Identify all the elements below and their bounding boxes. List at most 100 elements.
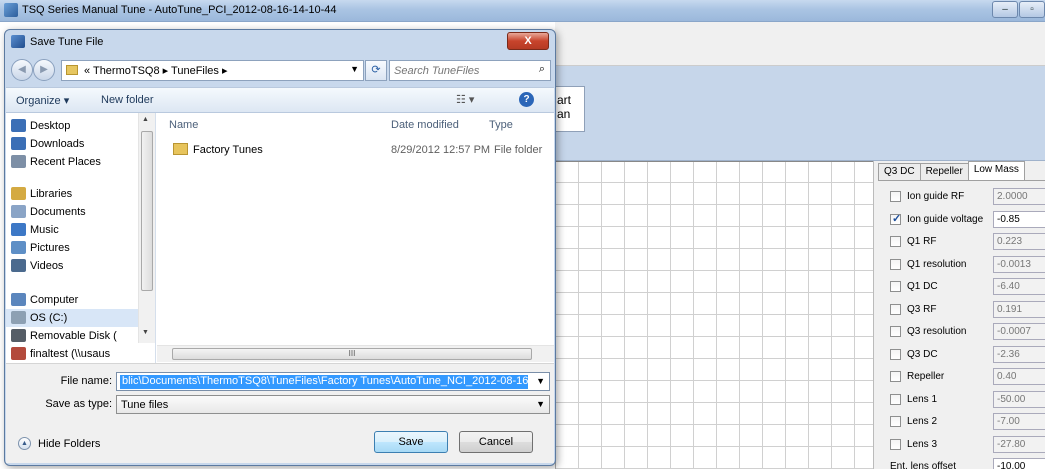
param-checkbox[interactable] <box>890 303 901 315</box>
save-button[interactable]: Save <box>374 431 448 453</box>
dialog-content: finaltest (\\usaus Removable Disk (OS (C:… <box>6 113 554 363</box>
param-value-field[interactable]: -27.80 <box>993 435 1045 453</box>
forward-button[interactable]: ▶ <box>33 59 55 81</box>
start-scan-label-1: art <box>557 93 572 107</box>
address-bar[interactable]: « ThermoTSQ8 ▸ TuneFiles ▸ ▼ <box>61 60 364 81</box>
main-toolbar <box>555 66 1045 161</box>
nav-item[interactable]: Desktop <box>6 117 146 135</box>
removable-disk-icon <box>11 329 26 342</box>
main-title-bar: TSQ Series Manual Tune - AutoTune_PCI_20… <box>0 0 1045 22</box>
nav-item-label: Libraries <box>30 188 73 200</box>
start-scan-button[interactable]: art an <box>555 86 585 132</box>
param-value-field[interactable]: -2.36 <box>993 345 1045 363</box>
param-value-field[interactable]: 2.0000 <box>993 188 1045 205</box>
param-value-field[interactable]: -50.00 <box>993 390 1045 408</box>
param-checkbox[interactable] <box>890 191 901 202</box>
param-checkbox[interactable] <box>890 348 901 360</box>
hide-folders-label: Hide Folders <box>38 438 101 450</box>
search-icon[interactable]: ⌕ <box>539 63 545 76</box>
tune-param-row: Repeller 0.40 <box>890 367 1045 387</box>
back-button[interactable]: ◀ <box>11 59 33 81</box>
param-checkbox[interactable] <box>890 236 901 247</box>
column-header-type[interactable]: Type <box>489 113 513 137</box>
dialog-title: Save Tune File <box>30 36 104 48</box>
dialog-close-button[interactable]: X <box>507 32 549 50</box>
save-form: File name: blic\Documents\ThermoTSQ8\Tun… <box>6 363 554 463</box>
param-label: Lens 3 <box>907 438 938 450</box>
nav-item[interactable]: Removable Disk ( <box>6 327 146 345</box>
nav-item[interactable]: Documents <box>6 203 146 221</box>
search-input[interactable] <box>394 63 524 78</box>
nav-scroll-thumb[interactable] <box>141 131 153 291</box>
nav-item-label: Computer <box>30 294 79 306</box>
param-value-field[interactable]: 0.40 <box>993 368 1045 385</box>
param-value-field[interactable]: -0.85 <box>993 210 1045 228</box>
chevron-down-icon[interactable]: ▼ <box>350 64 359 74</box>
new-folder-button[interactable]: New folder <box>101 94 154 106</box>
chevron-down-icon[interactable]: ▼ <box>536 399 545 409</box>
param-checkbox[interactable] <box>890 438 901 450</box>
chevron-down-icon[interactable]: ▼ <box>536 376 545 386</box>
tab-q3-dc[interactable]: Q3 DC <box>878 163 921 180</box>
column-header-date-modified[interactable]: Date modified <box>391 113 459 137</box>
restore-button[interactable]: ▫ <box>1019 1 1045 18</box>
nav-item-label: Recent Places <box>30 156 101 168</box>
tune-param-row: Lens 1 -50.00 <box>890 390 1045 410</box>
help-icon[interactable]: ? <box>519 92 534 107</box>
pictures-icon <box>11 241 26 254</box>
save-as-type-select[interactable]: Tune files ▼ <box>116 395 550 414</box>
hscroll-thumb[interactable]: III <box>172 348 532 360</box>
column-header-name[interactable]: Name <box>169 113 198 137</box>
cancel-button[interactable]: Cancel <box>459 431 533 453</box>
nav-item[interactable]: Pictures <box>6 239 146 257</box>
param-label: Ion guide RF <box>907 191 965 202</box>
param-checkbox[interactable] <box>890 258 901 270</box>
nav-item[interactable]: Videos <box>6 257 146 275</box>
scroll-up-icon[interactable]: ▲ <box>142 116 149 123</box>
param-value-field[interactable]: 0.191 <box>993 300 1045 318</box>
scroll-down-icon[interactable]: ▼ <box>142 329 149 336</box>
nav-item[interactable]: Computer <box>6 291 146 309</box>
file-row[interactable]: Factory Tunes 8/29/2012 12:57 PM File fo… <box>165 141 550 159</box>
nav-item[interactable]: Downloads <box>6 135 146 153</box>
nav-item[interactable]: finaltest (\\usaus <box>6 345 146 363</box>
nav-item-label: Desktop <box>30 120 71 132</box>
param-checkbox[interactable] <box>890 326 901 337</box>
address-row: ◀ ▶ « ThermoTSQ8 ▸ TuneFiles ▸ ▼ ⟳ ⌕ <box>11 58 551 82</box>
nav-item[interactable]: Music <box>6 221 146 239</box>
nav-item[interactable]: Libraries <box>6 185 146 203</box>
tab-low-mass[interactable]: Low Mass <box>967 161 1025 180</box>
save-tune-file-dialog: Save Tune File X ◀ ▶ « ThermoTSQ8 ▸ Tune… <box>4 29 556 466</box>
tune-param-row: Q3 DC -2.36 <box>890 345 1045 365</box>
file-name: Factory Tunes <box>193 144 263 156</box>
param-value-field[interactable]: -7.00 <box>993 413 1045 430</box>
tune-param-row: Lens 2 -7.00 <box>890 412 1045 432</box>
param-checkbox[interactable] <box>890 416 901 427</box>
file-name-label: File name: <box>60 375 112 387</box>
nav-item[interactable]: OS (C:) <box>6 309 146 327</box>
tune-tabs: Q3 DC Repeller Low Mass <box>878 161 1025 180</box>
param-checkbox[interactable] <box>890 393 901 405</box>
param-checkbox[interactable] <box>890 281 901 292</box>
horizontal-scrollbar[interactable]: III <box>157 345 554 362</box>
downloads-icon <box>11 137 26 150</box>
save-as-type-label: Save as type: <box>45 398 112 410</box>
views-button[interactable]: ☷ ▾ <box>456 93 474 106</box>
param-value-field[interactable]: -0.0013 <box>993 255 1045 273</box>
nav-item[interactable]: Recent Places <box>6 153 146 171</box>
refresh-button[interactable]: ⟳ <box>365 60 387 81</box>
param-checkbox[interactable] <box>890 212 901 225</box>
save-as-type-value: Tune files <box>121 399 169 411</box>
minimize-button[interactable]: – <box>992 1 1018 18</box>
search-box: ⌕ <box>389 60 551 81</box>
param-value-field[interactable]: 0.223 <box>993 233 1045 250</box>
organize-button[interactable]: Organize ▾ <box>16 94 69 107</box>
param-value-field[interactable]: -6.40 <box>993 278 1045 295</box>
tab-repeller[interactable]: Repeller <box>919 163 969 180</box>
nav-scrollbar[interactable]: ▲ ▼ <box>138 113 155 343</box>
param-value-field[interactable]: -10.00 <box>993 458 1045 469</box>
file-name-field[interactable]: blic\Documents\ThermoTSQ8\TuneFiles\Fact… <box>116 372 550 391</box>
save-dialog-icon <box>11 35 25 48</box>
param-value-field[interactable]: -0.0007 <box>993 323 1045 340</box>
param-checkbox[interactable] <box>890 371 901 382</box>
